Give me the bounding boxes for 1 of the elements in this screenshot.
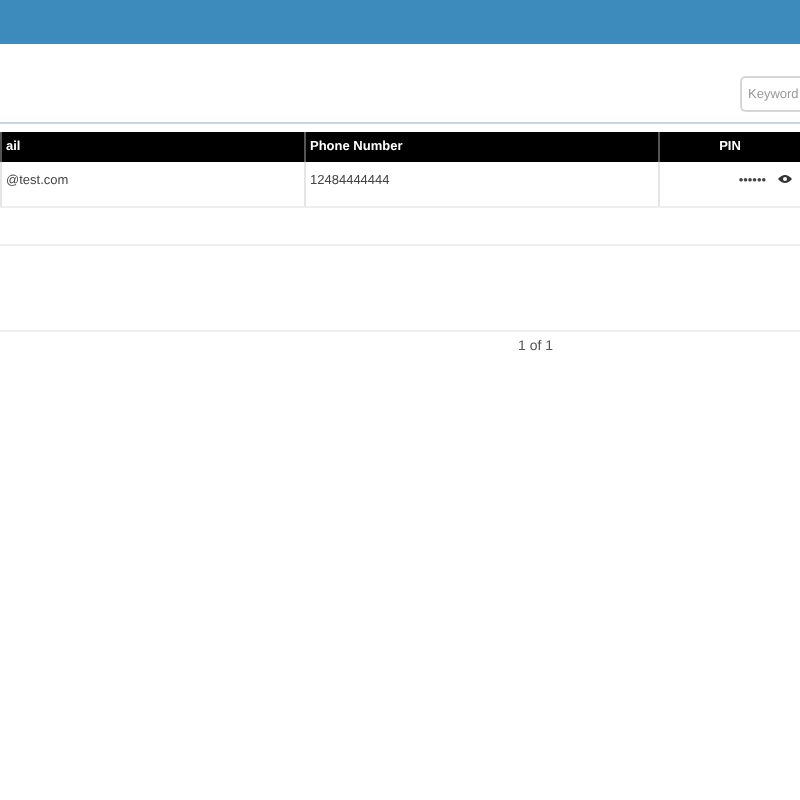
eye-icon[interactable] [778,174,792,184]
